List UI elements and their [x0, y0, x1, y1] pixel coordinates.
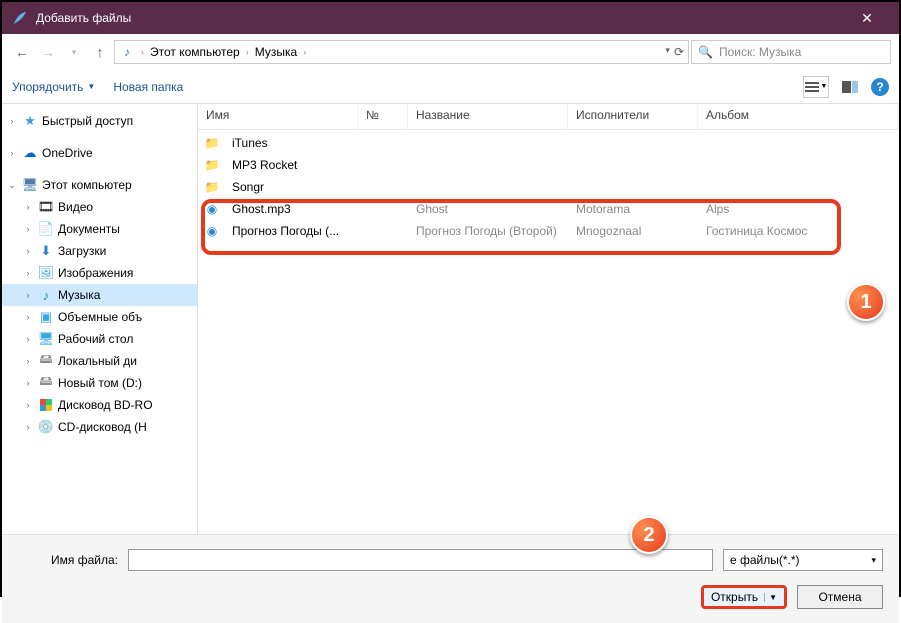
- chevron-right-icon: ›: [141, 47, 144, 57]
- star-icon: ★: [22, 113, 38, 129]
- desktop-icon: 🖥: [38, 331, 54, 347]
- filetype-dropdown[interactable]: е файлы(*.*)▾: [723, 549, 883, 571]
- pc-icon: 🖥: [22, 177, 38, 193]
- col-name[interactable]: Имя: [198, 104, 358, 129]
- drive-icon: 🖴: [38, 353, 54, 369]
- file-row[interactable]: ◉ Прогноз Погоды (... Прогноз Погоды (Вт…: [198, 220, 899, 242]
- cancel-button[interactable]: Отмена: [797, 585, 883, 609]
- music-icon: ♪: [38, 287, 54, 303]
- video-icon: 🎞: [38, 199, 54, 215]
- col-artist[interactable]: Исполнители: [568, 104, 698, 129]
- view-options-button[interactable]: ▼: [803, 76, 829, 98]
- file-pane: Имя № Название Исполнители Альбом 📁 iTun…: [198, 104, 899, 534]
- col-num[interactable]: №: [358, 104, 408, 129]
- cube-icon: ▣: [38, 309, 54, 325]
- address-dropdown-icon[interactable]: ▾: [665, 45, 670, 59]
- file-row[interactable]: ◉ Ghost.mp3 Ghost Motorama Alps: [198, 198, 899, 220]
- sidebar-item-documents[interactable]: ›📄Документы: [2, 218, 197, 240]
- titlebar: Добавить файлы ✕: [2, 2, 899, 34]
- organize-menu[interactable]: Упорядочить▼: [12, 80, 95, 94]
- chevron-right-icon: ›: [246, 47, 249, 57]
- address-bar[interactable]: ♪ › Этот компьютер › Музыка › ▾ ⟳: [114, 40, 689, 64]
- picture-icon: 🖼: [38, 265, 54, 281]
- close-button[interactable]: ✕: [845, 2, 889, 34]
- folder-icon: 📁: [204, 157, 220, 173]
- sidebar-item-pictures[interactable]: ›🖼Изображения: [2, 262, 197, 284]
- folder-row[interactable]: 📁 Songr: [198, 176, 899, 198]
- sidebar-item-onedrive[interactable]: › ☁ OneDrive: [2, 142, 197, 164]
- col-album[interactable]: Альбом: [698, 104, 899, 129]
- sidebar-item-music[interactable]: ›♪Музыка: [2, 284, 197, 306]
- back-button[interactable]: ←: [10, 40, 34, 64]
- search-placeholder: Поиск: Музыка: [719, 45, 801, 59]
- folder-icon: 📁: [204, 135, 220, 151]
- forward-button[interactable]: →: [36, 40, 60, 64]
- chevron-right-icon: ›: [303, 47, 306, 57]
- sidebar-item-desktop[interactable]: ›🖥Рабочий стол: [2, 328, 197, 350]
- drive-icon: 🖴: [38, 375, 54, 391]
- search-input[interactable]: 🔍 Поиск: Музыка: [691, 40, 891, 64]
- sidebar-item-localdisk[interactable]: ›🖴Локальный ди: [2, 350, 197, 372]
- audio-icon: ◉: [204, 201, 220, 217]
- filename-label: Имя файла:: [18, 553, 118, 567]
- folder-icon: 📁: [204, 179, 220, 195]
- breadcrumb-segment[interactable]: Этот компьютер: [150, 45, 240, 59]
- sidebar-item-3d[interactable]: ›▣Объемные объ: [2, 306, 197, 328]
- disc-icon: [38, 397, 54, 413]
- sidebar: › ★ Быстрый доступ › ☁ OneDrive ⌄ 🖥 Этот…: [2, 104, 198, 534]
- sidebar-item-downloads[interactable]: ›⬇Загрузки: [2, 240, 197, 262]
- download-icon: ⬇: [38, 243, 54, 259]
- breadcrumb-segment[interactable]: Музыка: [255, 45, 297, 59]
- recent-dropdown[interactable]: ▾: [62, 40, 86, 64]
- music-icon: ♪: [119, 44, 135, 60]
- search-icon: 🔍: [698, 45, 713, 59]
- help-button[interactable]: ?: [871, 78, 889, 96]
- sidebar-item-quick[interactable]: › ★ Быстрый доступ: [2, 110, 197, 132]
- new-folder-button[interactable]: Новая папка: [113, 80, 183, 94]
- window-title: Добавить файлы: [36, 11, 845, 25]
- refresh-button[interactable]: ⟳: [674, 45, 684, 59]
- folder-row[interactable]: 📁 MP3 Rocket: [198, 154, 899, 176]
- up-button[interactable]: ↑: [88, 40, 112, 64]
- sidebar-item-newvol[interactable]: ›🖴Новый том (D:): [2, 372, 197, 394]
- annotation-badge-2: 2: [630, 516, 668, 554]
- cd-icon: 💿: [38, 419, 54, 435]
- navbar: ← → ▾ ↑ ♪ › Этот компьютер › Музыка › ▾ …: [2, 34, 899, 70]
- sidebar-item-thispc[interactable]: ⌄ 🖥 Этот компьютер: [2, 174, 197, 196]
- sidebar-item-bdrom[interactable]: ›Дисковод BD-RO: [2, 394, 197, 416]
- sidebar-item-videos[interactable]: ›🎞Видео: [2, 196, 197, 218]
- footer: Имя файла: е файлы(*.*)▾ Открыть ▼ Отмен…: [2, 534, 899, 623]
- filename-input[interactable]: [128, 549, 713, 571]
- audio-icon: ◉: [204, 223, 220, 239]
- cloud-icon: ☁: [22, 145, 38, 161]
- file-list: 📁 iTunes 📁 MP3 Rocket 📁 Songr ◉ Ghost.mp…: [198, 130, 899, 242]
- sidebar-item-cddrive[interactable]: ›💿CD-дисковод (H: [2, 416, 197, 438]
- annotation-badge-1: 1: [847, 283, 885, 321]
- preview-pane-button[interactable]: [837, 76, 863, 98]
- open-button[interactable]: Открыть ▼: [701, 585, 787, 609]
- col-title[interactable]: Название: [408, 104, 568, 129]
- column-headers[interactable]: Имя № Название Исполнители Альбом: [198, 104, 899, 130]
- app-icon: [12, 10, 28, 26]
- document-icon: 📄: [38, 221, 54, 237]
- folder-row[interactable]: 📁 iTunes: [198, 132, 899, 154]
- toolbar: Упорядочить▼ Новая папка ▼ ?: [2, 70, 899, 104]
